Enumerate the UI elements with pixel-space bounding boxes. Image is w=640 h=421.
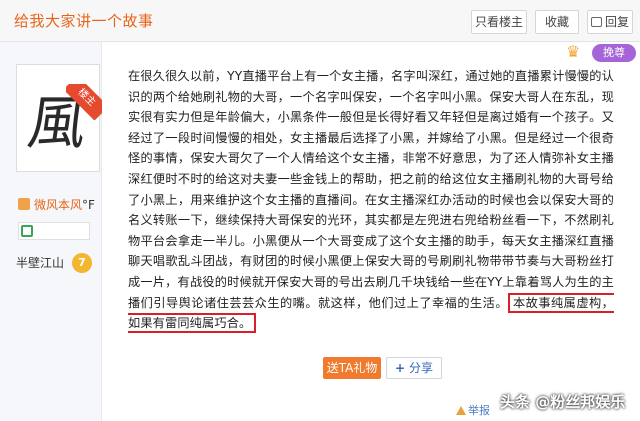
report-link[interactable]: 举报 (456, 402, 490, 418)
username-row[interactable]: 微风本风°F (18, 196, 95, 213)
forum-name[interactable]: 半壁江山 (16, 256, 64, 270)
only-author-button[interactable]: 只看楼主 (471, 10, 527, 34)
username[interactable]: 微风本风 (34, 198, 82, 212)
reply-icon (590, 17, 602, 27)
floor-badge: 楼主 (66, 84, 102, 120)
forum-row[interactable]: 半壁江山 7 (16, 252, 96, 274)
send-gift-button[interactable]: 送TA礼物 (323, 357, 381, 379)
share-label: 分享 (409, 361, 434, 375)
floor-badge-wrap: 楼主 (66, 84, 102, 120)
watermark: 头条 @粉丝邦娱乐 (500, 393, 626, 411)
level-box (18, 222, 90, 240)
share-button[interactable]: + 分享 (386, 357, 442, 379)
vip-badge[interactable]: 挽尊 (592, 44, 636, 62)
warning-icon (456, 406, 466, 415)
member-icon (18, 198, 30, 210)
favorite-button[interactable]: 收藏 (535, 10, 579, 34)
post-text: 在很久很久以前，YY直播平台上有一个女主播，名字叫深红，通过她的直播累计慢慢的认… (128, 69, 614, 310)
crown-icon: ♛ (566, 42, 581, 61)
reply-label: 回复 (604, 15, 629, 29)
plus-icon: + (394, 361, 406, 375)
post-body: 在很久很久以前，YY直播平台上有一个女主播，名字叫深红，通过她的直播累计慢慢的认… (128, 66, 615, 334)
username-suffix: °F (82, 198, 95, 212)
level-icon (21, 225, 33, 237)
forum-level-badge: 7 (72, 253, 92, 273)
user-panel: 風 楼主 微风本风°F 半壁江山 7 (0, 42, 102, 421)
report-label: 举报 (468, 404, 490, 417)
thread-title: 给我大家讲一个故事 (14, 12, 154, 30)
reply-button[interactable]: 回复 (587, 10, 633, 34)
thread-header: 给我大家讲一个故事 只看楼主 收藏 回复 (0, 0, 640, 42)
